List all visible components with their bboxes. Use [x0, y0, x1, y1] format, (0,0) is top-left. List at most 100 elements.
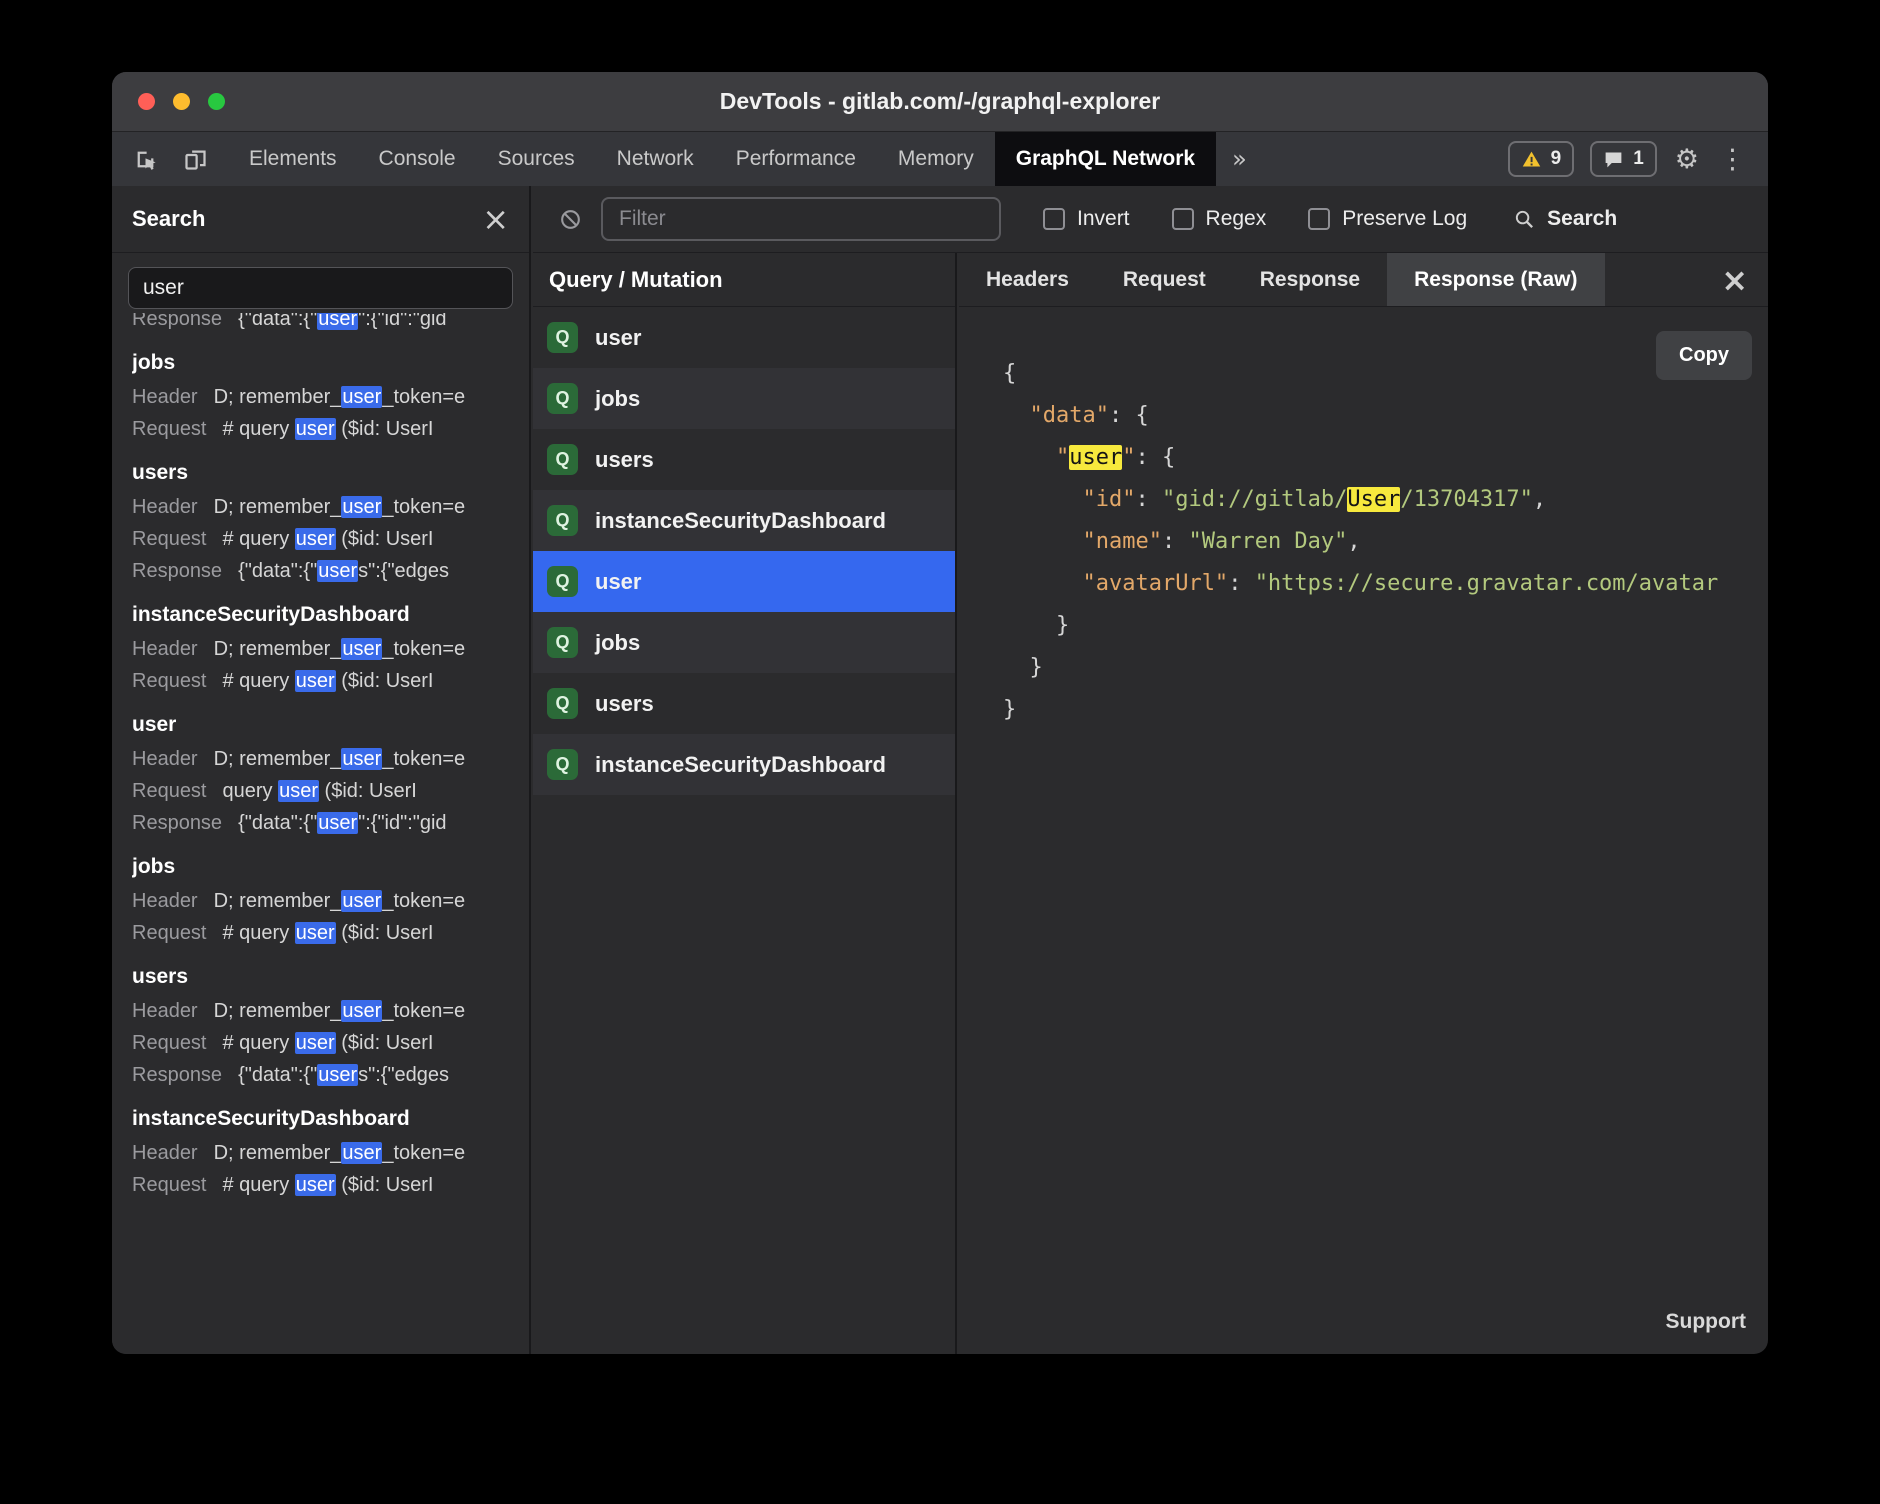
json-line: }	[1003, 605, 1768, 647]
messages-badge[interactable]: 1	[1590, 141, 1657, 177]
search-result-line[interactable]: Response{"data":{"user":{"id":"gid	[132, 807, 509, 839]
devtools-tab-sources[interactable]: Sources	[477, 132, 596, 186]
search-result-line[interactable]: HeaderD; remember_user_token=e	[132, 885, 509, 917]
query-list-item[interactable]: QinstanceSecurityDashboard	[533, 490, 955, 551]
query-list-item[interactable]: Qjobs	[533, 612, 955, 673]
console-warnings-badge[interactable]: 9	[1508, 141, 1575, 177]
search-result-line[interactable]: HeaderD; remember_user_token=e	[132, 995, 509, 1027]
search-result-text: D; remember_user_token=e	[214, 890, 466, 912]
more-options-icon[interactable]: ⋮	[1717, 146, 1748, 173]
search-text-part: ($id: UserI	[336, 528, 434, 550]
search-result-field-label: Response	[132, 313, 222, 330]
search-result-line[interactable]: Response{"data":{"users":{"edges	[132, 1059, 509, 1091]
checkbox-box-regex	[1172, 208, 1194, 230]
search-text-part: ($id: UserI	[336, 922, 434, 944]
search-result-line[interactable]: HeaderD; remember_user_token=e	[132, 1137, 509, 1169]
query-list-item[interactable]: Qusers	[533, 673, 955, 734]
search-result-group-title[interactable]: users	[132, 455, 509, 491]
close-window-button[interactable]	[138, 93, 155, 110]
search-match-highlight: user	[341, 1142, 382, 1164]
search-result-group-title[interactable]: user	[132, 707, 509, 743]
query-list-item[interactable]: Quser	[533, 551, 955, 612]
search-text-part: # query	[223, 670, 295, 692]
support-link[interactable]: Support	[1666, 1310, 1746, 1334]
search-result-line[interactable]: Request# query user ($id: UserI	[132, 1169, 509, 1201]
checkbox-preserve-log[interactable]: Preserve Log	[1308, 207, 1467, 231]
clear-icon[interactable]	[549, 198, 591, 240]
search-text-part: {"data":{"	[238, 560, 317, 582]
devtools-tab-memory[interactable]: Memory	[877, 132, 995, 186]
json-token: :	[1109, 403, 1136, 428]
search-result-group-title[interactable]: jobs	[132, 849, 509, 885]
toolbar-icon-group	[112, 132, 228, 186]
response-tab-response-raw[interactable]: Response (Raw)	[1387, 253, 1604, 306]
search-result-line[interactable]: Response{"data":{"users":{"edges	[132, 555, 509, 587]
json-line: "avatarUrl": "https://secure.gravatar.co…	[1003, 563, 1768, 605]
close-response-panel-icon[interactable]: ×	[1701, 253, 1768, 306]
search-text-part: _token=e	[382, 1000, 465, 1022]
devtools-tab-network[interactable]: Network	[596, 132, 715, 186]
devtools-tab-strip: ElementsConsoleSourcesNetworkPerformance…	[228, 132, 1216, 186]
search-result-line[interactable]: Request# query user ($id: UserI	[132, 665, 509, 697]
filter-search-button[interactable]: Search	[1513, 207, 1617, 231]
json-token: {	[1003, 361, 1016, 386]
search-result-text: D; remember_user_token=e	[214, 748, 466, 770]
filter-input[interactable]	[601, 197, 1001, 241]
search-result-field-label: Header	[132, 1000, 198, 1022]
search-result-line[interactable]: Requestquery user ($id: UserI	[132, 775, 509, 807]
search-result-line[interactable]: HeaderD; remember_user_token=e	[132, 491, 509, 523]
search-result-line[interactable]: Response{"data":{"user":{"id":"gid	[132, 313, 509, 335]
search-text-part: # query	[223, 1032, 295, 1054]
response-tab-response[interactable]: Response	[1233, 253, 1387, 306]
query-list-item[interactable]: Qusers	[533, 429, 955, 490]
close-search-panel-icon[interactable]: ×	[482, 203, 509, 235]
inspect-element-icon[interactable]	[124, 138, 166, 180]
search-input[interactable]	[128, 267, 513, 309]
response-tabs-row: HeadersRequestResponseResponse (Raw) ×	[959, 253, 1768, 307]
device-toolbar-icon[interactable]	[174, 138, 216, 180]
response-tab-headers[interactable]: Headers	[959, 253, 1096, 306]
search-text-part: {"data":{"	[238, 1064, 317, 1086]
message-count: 1	[1633, 148, 1644, 170]
search-result-line[interactable]: Request# query user ($id: UserI	[132, 1027, 509, 1059]
devtools-tab-console[interactable]: Console	[358, 132, 477, 186]
search-result-line[interactable]: HeaderD; remember_user_token=e	[132, 743, 509, 775]
minimize-window-button[interactable]	[173, 93, 190, 110]
search-result-field-label: Header	[132, 1142, 198, 1164]
devtools-tab-graphql-network[interactable]: GraphQL Network	[995, 132, 1216, 186]
checkbox-regex[interactable]: Regex	[1172, 207, 1267, 231]
search-result-field-label: Request	[132, 780, 207, 802]
more-tabs-chevron[interactable]: »	[1216, 132, 1263, 186]
search-result-line[interactable]: HeaderD; remember_user_token=e	[132, 633, 509, 665]
search-text-part: _token=e	[382, 638, 465, 660]
query-badge-icon: Q	[547, 566, 578, 597]
search-text-part: {"data":{"	[238, 812, 317, 834]
search-result-field-label: Response	[132, 1064, 222, 1086]
query-list-item[interactable]: QinstanceSecurityDashboard	[533, 734, 955, 795]
search-result-group-title[interactable]: instanceSecurityDashboard	[132, 597, 509, 633]
query-list-item[interactable]: Qjobs	[533, 368, 955, 429]
search-result-line[interactable]: Request# query user ($id: UserI	[132, 917, 509, 949]
json-token: "https://secure.gravatar.com/avatar	[1255, 571, 1719, 596]
query-list-item[interactable]: Quser	[533, 307, 955, 368]
settings-gear-icon[interactable]: ⚙	[1673, 146, 1701, 173]
devtools-tab-elements[interactable]: Elements	[228, 132, 358, 186]
search-result-group-title[interactable]: users	[132, 959, 509, 995]
checkbox-invert[interactable]: Invert	[1043, 207, 1130, 231]
search-result-line[interactable]: Request# query user ($id: UserI	[132, 523, 509, 555]
search-result-text: D; remember_user_token=e	[214, 638, 466, 660]
checkbox-label-invert: Invert	[1077, 207, 1130, 231]
search-text-part: _token=e	[382, 748, 465, 770]
json-token: }	[1030, 655, 1043, 680]
search-result-line[interactable]: HeaderD; remember_user_token=e	[132, 381, 509, 413]
response-tab-request[interactable]: Request	[1096, 253, 1233, 306]
search-result-group-title[interactable]: jobs	[132, 345, 509, 381]
zoom-window-button[interactable]	[208, 93, 225, 110]
search-result-group-title[interactable]: instanceSecurityDashboard	[132, 1101, 509, 1137]
devtools-tab-performance[interactable]: Performance	[715, 132, 877, 186]
search-result-line[interactable]: Request# query user ($id: UserI	[132, 413, 509, 445]
search-result-field-label: Request	[132, 1174, 207, 1196]
search-input-wrap	[112, 253, 529, 313]
query-badge-icon: Q	[547, 383, 578, 414]
json-token: ,	[1347, 529, 1360, 554]
